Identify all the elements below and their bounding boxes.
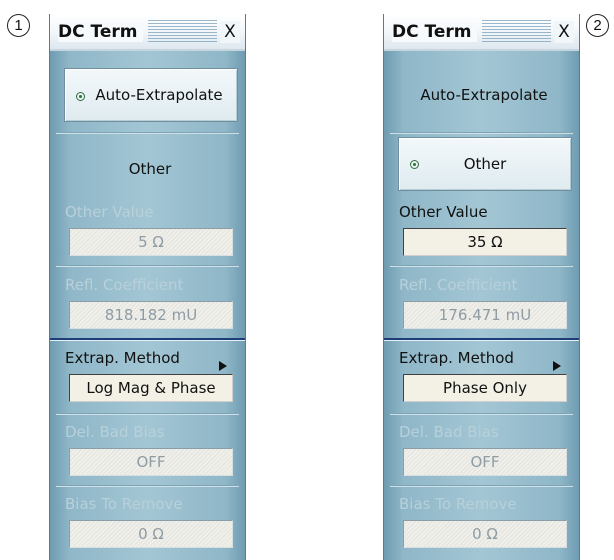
separator	[56, 265, 239, 267]
section-divider	[50, 338, 245, 341]
dc-term-panel-left: DC Term X Auto-Extrapolate Other Other V…	[49, 14, 246, 560]
callout-2: 2	[586, 14, 609, 37]
refl-coefficient-label: Refl. Coefficient	[65, 276, 184, 294]
titlebar-stripes	[148, 20, 217, 42]
extrap-method-label[interactable]: Extrap. Method	[65, 349, 180, 367]
bias-to-remove-label: Bias To Remove	[399, 495, 517, 513]
bias-to-remove-field: 0 Ω	[69, 520, 233, 548]
section-divider	[384, 338, 579, 341]
bias-to-remove-label: Bias To Remove	[65, 495, 183, 513]
auto-extrapolate-label: Auto-Extrapolate	[95, 86, 223, 104]
titlebar: DC Term X	[50, 14, 245, 51]
auto-extrapolate-button[interactable]: Auto-Extrapolate	[394, 68, 574, 122]
other-value-field[interactable]: 35 Ω	[403, 228, 567, 256]
del-bad-bias-field: OFF	[403, 448, 567, 476]
other-label: Other	[463, 155, 507, 173]
close-button[interactable]: X	[554, 21, 574, 43]
radio-selected-icon	[76, 92, 85, 101]
submenu-arrow-icon	[219, 361, 227, 371]
bias-to-remove-field: 0 Ω	[403, 520, 567, 548]
other-label: Other	[128, 160, 172, 178]
auto-extrapolate-label: Auto-Extrapolate	[420, 86, 548, 104]
extrap-method-label[interactable]: Extrap. Method	[399, 349, 514, 367]
radio-selected-icon	[410, 160, 419, 169]
separator	[390, 485, 573, 487]
panel-title: DC Term	[58, 22, 144, 42]
refl-coefficient-label: Refl. Coefficient	[399, 276, 518, 294]
other-value-label: Other Value	[65, 203, 154, 221]
callout-1: 1	[7, 14, 30, 37]
close-button[interactable]: X	[220, 21, 240, 43]
other-value-label: Other Value	[399, 203, 488, 221]
refl-coefficient-field: 176.471 mU	[403, 301, 567, 329]
del-bad-bias-label: Del. Bad Bias	[399, 423, 499, 441]
separator	[390, 413, 573, 415]
other-button[interactable]: Other	[398, 137, 572, 191]
separator	[390, 132, 573, 134]
separator	[56, 413, 239, 415]
other-button[interactable]: Other	[60, 142, 240, 196]
dc-term-panel-right: DC Term X Auto-Extrapolate Other Other V…	[383, 14, 580, 560]
panel-title: DC Term	[392, 22, 478, 42]
separator	[56, 132, 239, 134]
del-bad-bias-field: OFF	[69, 448, 233, 476]
extrap-method-field[interactable]: Log Mag & Phase	[69, 374, 233, 402]
other-value-field: 5 Ω	[69, 228, 233, 256]
separator	[390, 265, 573, 267]
refl-coefficient-field: 818.182 mU	[69, 301, 233, 329]
titlebar-stripes	[482, 20, 551, 42]
auto-extrapolate-button[interactable]: Auto-Extrapolate	[64, 68, 238, 122]
del-bad-bias-label: Del. Bad Bias	[65, 423, 165, 441]
titlebar: DC Term X	[384, 14, 579, 51]
extrap-method-field[interactable]: Phase Only	[403, 374, 567, 402]
separator	[56, 485, 239, 487]
submenu-arrow-icon	[553, 361, 561, 371]
